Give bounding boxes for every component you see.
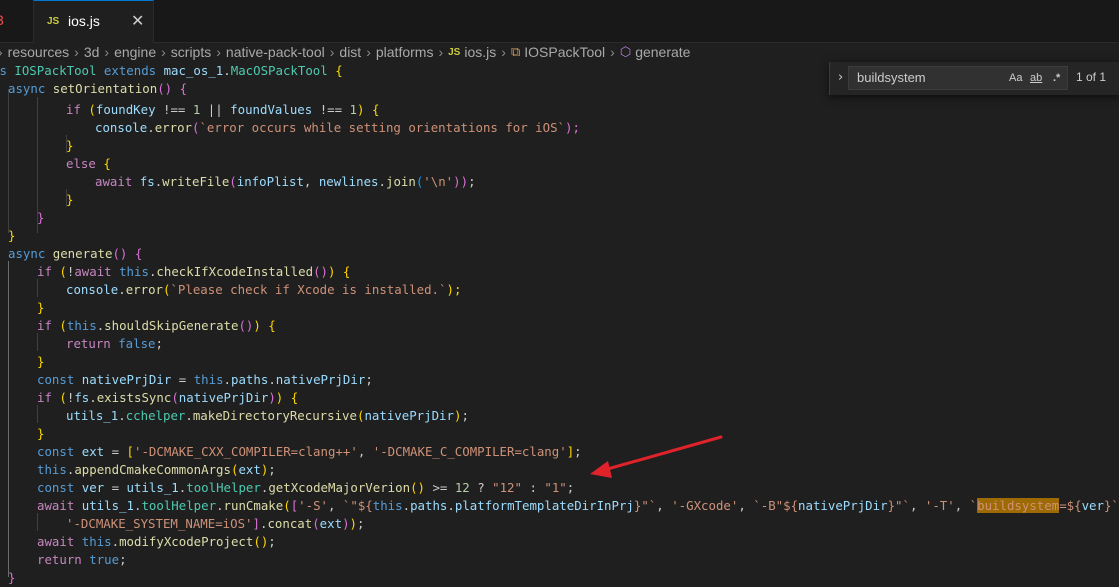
annotation-arrow xyxy=(590,435,723,478)
